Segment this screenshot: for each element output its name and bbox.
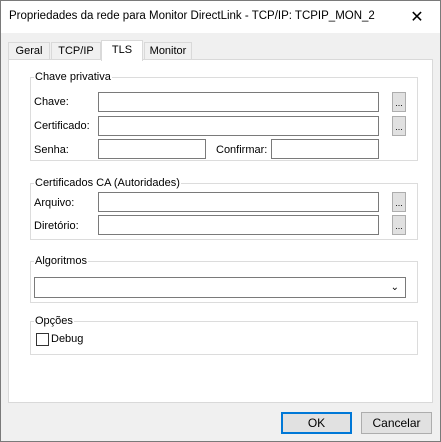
file-label: Arquivo: xyxy=(34,197,75,209)
tab-monitor[interactable]: Monitor xyxy=(144,42,192,60)
confirm-label: Confirmar: xyxy=(216,144,268,156)
private-key-group: Chave privativa Chave: ... Certificado: … xyxy=(30,71,418,161)
tab-geral[interactable]: Geral xyxy=(8,42,50,60)
certificate-browse-button[interactable]: ... xyxy=(392,116,406,136)
ca-certificates-group-title: Certificados CA (Autoridades) xyxy=(34,177,181,189)
debug-checkbox[interactable] xyxy=(36,333,49,346)
ca-directory-field[interactable] xyxy=(98,215,379,235)
ca-file-browse-button[interactable]: ... xyxy=(392,192,406,212)
algorithms-group-title: Algoritmos xyxy=(34,255,88,267)
algorithms-dropdown[interactable]: ⌄ xyxy=(34,277,406,298)
debug-label[interactable]: Debug xyxy=(51,332,83,346)
dialog-window: Propriedades da rede para Monitor Direct… xyxy=(0,0,441,442)
cancel-button[interactable]: Cancelar xyxy=(361,412,432,434)
options-group-title: Opções xyxy=(34,315,74,327)
private-key-group-title: Chave privativa xyxy=(34,71,112,83)
password-label: Senha: xyxy=(34,144,69,156)
tls-tab-panel: Chave privativa Chave: ... Certificado: … xyxy=(8,59,433,403)
tab-tls[interactable]: TLS xyxy=(101,40,143,61)
close-icon[interactable]: ✕ xyxy=(394,1,440,32)
chevron-down-icon: ⌄ xyxy=(390,282,399,293)
algorithms-group: Algoritmos ⌄ xyxy=(30,255,418,303)
ok-button[interactable]: OK xyxy=(281,412,352,434)
ca-file-field[interactable] xyxy=(98,192,379,212)
tab-tcpip[interactable]: TCP/IP xyxy=(51,42,101,60)
ca-directory-browse-button[interactable]: ... xyxy=(392,215,406,235)
window-title: Propriedades da rede para Monitor Direct… xyxy=(9,10,375,22)
certificate-label: Certificado: xyxy=(34,120,90,132)
password-field[interactable] xyxy=(98,139,206,159)
key-label: Chave: xyxy=(34,96,69,108)
options-group: Opções Debug xyxy=(30,315,418,355)
confirm-password-field[interactable] xyxy=(271,139,379,159)
key-browse-button[interactable]: ... xyxy=(392,92,406,112)
ca-certificates-group: Certificados CA (Autoridades) Arquivo: .… xyxy=(30,177,418,240)
certificate-field[interactable] xyxy=(98,116,379,136)
key-field[interactable] xyxy=(98,92,379,112)
directory-label: Diretório: xyxy=(34,220,79,232)
title-bar: Propriedades da rede para Monitor Direct… xyxy=(1,1,440,33)
